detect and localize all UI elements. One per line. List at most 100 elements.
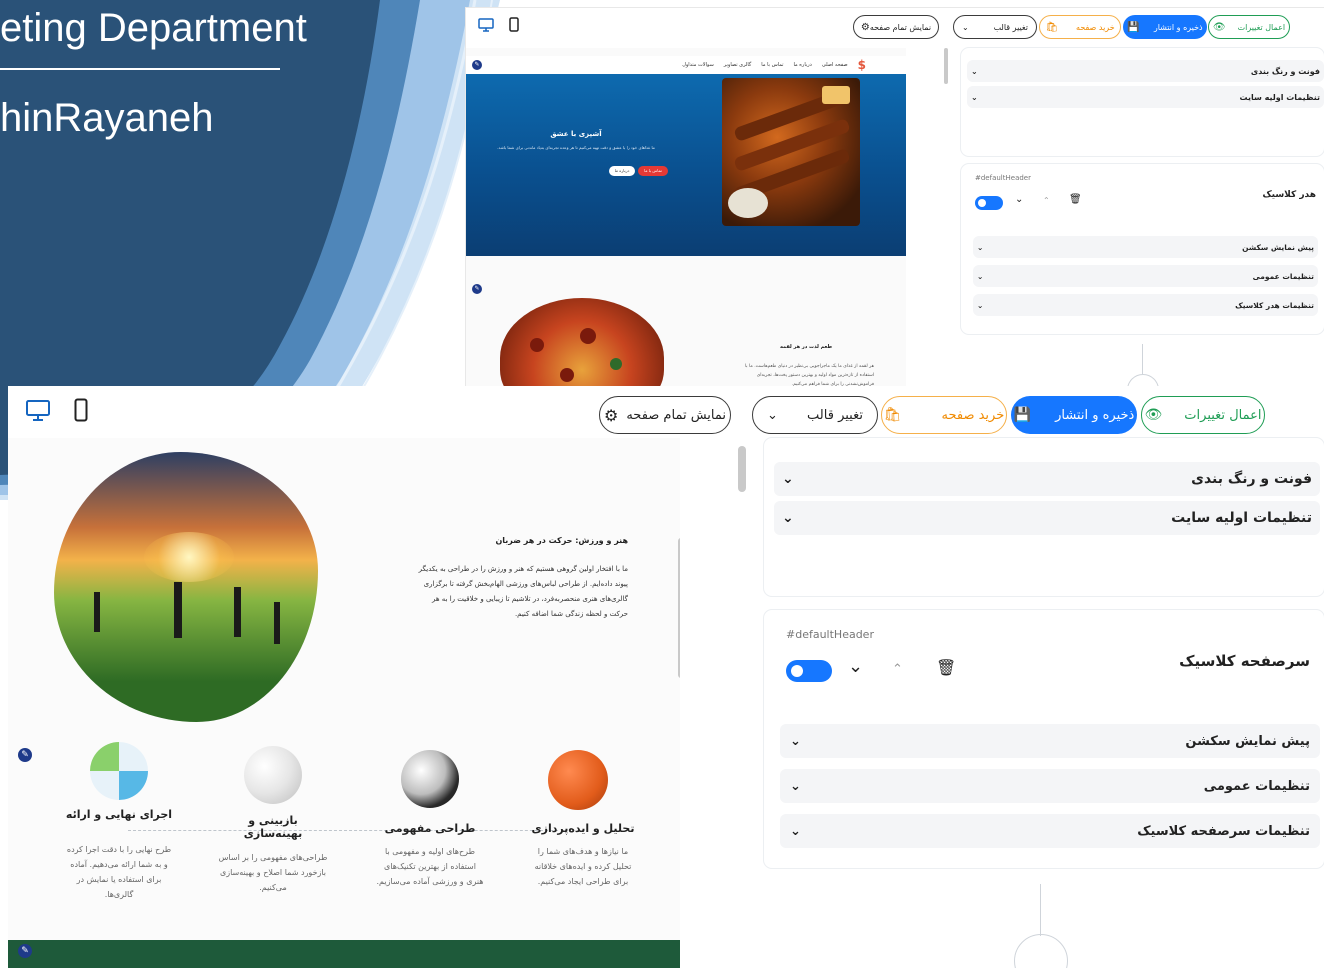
chevron-down-icon[interactable]: ⌄: [1015, 194, 1023, 205]
chevron-down-icon: ⌄: [790, 733, 801, 749]
header-settings-row[interactable]: تنظیمات سرصفحه کلاسیک ⌄: [780, 814, 1320, 848]
service-ball-4: [90, 742, 148, 800]
service-desc: طرح نهایی را با دقت اجرا کرده و به شما ا…: [66, 845, 172, 899]
initial-settings-row[interactable]: تنظیمات اولیه سایت ⌄: [967, 86, 1324, 108]
fonts-colors-row[interactable]: فونت و رنگ بندی ⌄: [967, 60, 1324, 82]
trash-icon[interactable]: 🗑: [936, 658, 956, 677]
hero-text: ما غذاهای خود را با عشق و دقت تهیه می‌کن…: [497, 145, 655, 150]
about-text: ما با افتخار اولین گروهی هستیم که هنر و …: [418, 565, 628, 618]
eye-icon: 👁: [1144, 407, 1163, 423]
add-section-button[interactable]: [1014, 934, 1068, 968]
chevron-down-icon: ⌄: [977, 242, 984, 252]
green-section-band: [8, 940, 680, 968]
gear-icon: ⚙: [603, 405, 619, 425]
preview-scrollbar[interactable]: [678, 538, 680, 678]
site-settings-card: فونت و رنگ بندی ⌄ تنظیمات اولیه سایت ⌄: [961, 48, 1324, 156]
full-preview-button[interactable]: ⚙ نمایش تمام صفحه: [853, 15, 939, 39]
block-id: #defaultHeader: [975, 174, 1031, 182]
full-preview-button[interactable]: ⚙ نمایش تمام صفحه: [599, 396, 731, 434]
service-desc: ما نیازها و هدف‌های شما را تحلیل کرده و …: [534, 847, 632, 886]
chevron-down-icon: ⌄: [790, 823, 801, 839]
apply-changes-button[interactable]: 👁 اعمال تغییرات: [1141, 396, 1265, 434]
logo-icon: $: [857, 58, 866, 72]
trash-icon[interactable]: 🗑: [1069, 194, 1082, 205]
chevron-down-icon: ⌄: [767, 407, 778, 423]
chevron-down-icon: ⌄: [962, 22, 969, 32]
save-publish-button[interactable]: 💾 ذخیره و انتشار: [1011, 396, 1137, 434]
edit-icon[interactable]: ✎: [472, 284, 482, 294]
change-template-select[interactable]: ⌄ تغییر قالب: [953, 15, 1037, 39]
save-icon: 💾: [1127, 21, 1140, 33]
general-settings-row[interactable]: تنظیمات عمومی ⌄: [780, 769, 1320, 803]
service-title: بازبینی و بهینه‌سازی: [243, 814, 303, 840]
section-preview-row[interactable]: پیش نمایش سکشن ⌄: [973, 236, 1318, 258]
slide-divider: [0, 68, 280, 70]
section-preview-row[interactable]: پیش نمایش سکشن ⌄: [780, 724, 1320, 758]
section-text: هر لقمه از غذای ما یک ماجراجویی بی‌نظیر …: [744, 364, 874, 386]
buy-page-button[interactable]: 🛍 خرید صفحه: [1039, 15, 1121, 39]
block-id: #defaultHeader: [786, 628, 874, 641]
hero-about-button[interactable]: درباره ما: [609, 166, 635, 176]
chevron-down-icon[interactable]: ⌄: [848, 656, 863, 677]
panel-scrollbar[interactable]: [738, 446, 746, 492]
site-settings-card: فونت و رنگ بندی ⌄ تنظیمات اولیه سایت ⌄: [764, 438, 1324, 596]
desktop-icon[interactable]: [26, 400, 50, 422]
block-title: سرصفحه کلاسیک: [1179, 652, 1310, 670]
header-block-card: #defaultHeader سرصفحه کلاسیک ⌄ ⌃ 🗑 پیش ن…: [764, 610, 1324, 868]
visibility-toggle[interactable]: [786, 660, 832, 682]
hero-title: آشپزی با عشق: [550, 130, 602, 138]
chevron-down-icon: ⌄: [782, 510, 794, 526]
header-block-card: #defaultHeader هدر کلاسیک ⌄ ⌃ 🗑 پیش نمای…: [961, 164, 1324, 334]
apply-changes-button[interactable]: 👁 اعمال تغییرات: [1208, 15, 1290, 39]
chevron-down-icon: ⌄: [977, 271, 984, 281]
site-preview: $ صفحه اصلی درباره ما تماس با ما گالری ت…: [466, 48, 906, 386]
save-icon: 💾: [1013, 407, 1032, 423]
edit-icon[interactable]: ✎: [18, 944, 32, 958]
add-section-button[interactable]: [1127, 374, 1159, 386]
edit-icon[interactable]: ✎: [18, 748, 32, 762]
eye-icon: 👁: [1212, 21, 1226, 33]
edit-icon[interactable]: ✎: [472, 60, 482, 70]
connector-line: [1040, 884, 1041, 936]
bag-icon: 🛍: [1045, 21, 1059, 33]
service-ball-1: [548, 750, 608, 810]
dotted-connector: [128, 830, 558, 831]
sports-image: [54, 452, 318, 722]
header-settings-row[interactable]: تنظیمات هدر کلاسیک ⌄: [973, 294, 1318, 316]
hero-image: [722, 78, 860, 226]
initial-settings-row[interactable]: تنظیمات اولیه سایت ⌄: [774, 501, 1320, 535]
service-ball-3: [244, 746, 302, 804]
chevron-down-icon: ⌄: [782, 471, 794, 487]
chevron-up-icon[interactable]: ⌃: [1043, 196, 1050, 205]
service-desc: طرح‌های اولیه و مفهومی با استفاده از بهت…: [376, 847, 484, 886]
editor-toolbar: ⚙ نمایش تمام صفحه ⌄ تغییر قالب 🛍 خرید صف…: [466, 8, 1324, 46]
preview-scrollbar[interactable]: [944, 48, 948, 84]
editor-screenshot-small: ⚙ نمایش تمام صفحه ⌄ تغییر قالب 🛍 خرید صف…: [466, 8, 1324, 386]
visibility-toggle[interactable]: [975, 196, 1003, 210]
mobile-icon[interactable]: [74, 398, 88, 422]
save-publish-button[interactable]: 💾 ذخیره و انتشار: [1123, 15, 1207, 39]
general-settings-row[interactable]: تنظیمات عمومی ⌄: [973, 265, 1318, 287]
change-template-select[interactable]: ⌄ تغییر قالب: [752, 396, 878, 434]
chevron-down-icon: ⌄: [977, 300, 984, 310]
fonts-colors-row[interactable]: فونت و رنگ بندی ⌄: [774, 462, 1320, 496]
pizza-image: [500, 298, 664, 386]
service-desc: طراحی‌های مفهومی را بر اساس بازخورد شما …: [218, 853, 328, 892]
service-title: تحلیل و ایده‌پردازی: [531, 822, 635, 835]
service-ball-2: [401, 750, 459, 808]
buy-page-button[interactable]: 🛍 خرید صفحه: [881, 396, 1007, 434]
hero-contact-button[interactable]: تماس با ما: [638, 166, 668, 176]
chevron-down-icon: ⌄: [971, 92, 978, 102]
gear-icon: ⚙: [860, 21, 870, 33]
chevron-up-icon[interactable]: ⌃: [892, 662, 903, 677]
chevron-down-icon: ⌄: [790, 778, 801, 794]
section-title: طعم لذت در هر لقمه: [779, 344, 833, 350]
connector-line: [1142, 344, 1143, 374]
chevron-down-icon: ⌄: [971, 66, 978, 76]
desktop-icon[interactable]: [478, 18, 494, 32]
mobile-icon[interactable]: [509, 17, 519, 32]
settings-panel: فونت و رنگ بندی ⌄ تنظیمات اولیه سایت ⌄ #…: [764, 438, 1324, 968]
screenshot-collage: eting Department hinRayaneh ⚙ نمایش تمام…: [0, 0, 1324, 968]
preview-navbar: $ صفحه اصلی درباره ما تماس با ما گالری ت…: [466, 56, 906, 74]
editor-screenshot-large: ⚙ نمایش تمام صفحه ⌄ تغییر قالب 🛍 خرید صف…: [8, 386, 1324, 968]
